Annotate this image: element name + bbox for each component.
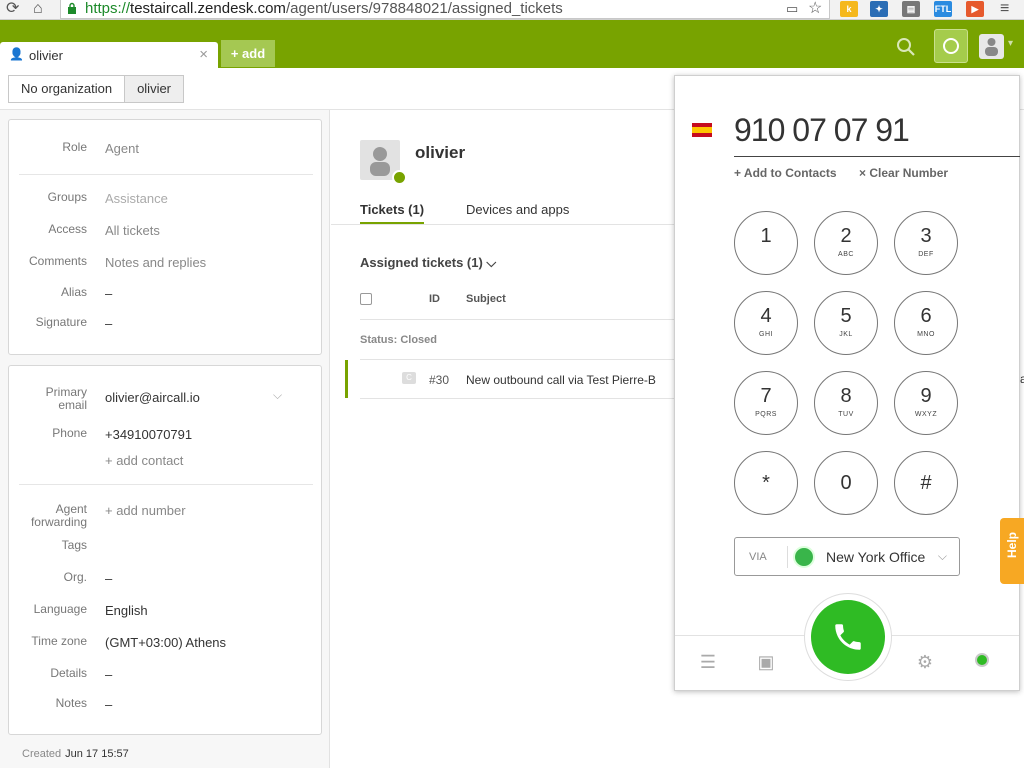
- ticket-row-indicator: [345, 360, 348, 398]
- call-history-icon[interactable]: ☰: [697, 651, 719, 673]
- keypad-key[interactable]: 8 TUV: [814, 371, 878, 435]
- created-info: Created Jun 17 15:57: [22, 748, 129, 760]
- keypad-key[interactable]: 5 JKL: [814, 291, 878, 355]
- notes-field[interactable]: –: [105, 697, 112, 712]
- keypad-key[interactable]: 7 PQRS: [734, 371, 798, 435]
- browser-toolbar: ⟳ ⌂ https://testaircall.zendesk.com/agen…: [0, 0, 1024, 20]
- phone-icon: [835, 624, 861, 650]
- extension-play-icon[interactable]: ▶: [966, 1, 984, 17]
- tab-tickets[interactable]: Tickets (1): [360, 202, 425, 225]
- phone-toggle-button[interactable]: [934, 29, 968, 63]
- url-text: https://testaircall.zendesk.com/agent/us…: [85, 0, 563, 17]
- profile-card: Role Agent Groups Assistance Access All …: [8, 119, 322, 355]
- search-icon[interactable]: [895, 36, 917, 58]
- add-to-contacts-link[interactable]: + Add to Contacts: [734, 166, 837, 180]
- keypad-key[interactable]: 4 GHI: [734, 291, 798, 355]
- spain-flag-icon[interactable]: [692, 123, 712, 137]
- column-id[interactable]: ID: [429, 293, 440, 305]
- cast-icon[interactable]: ▤: [902, 1, 920, 17]
- timezone-select[interactable]: (GMT+03:00) Athens: [105, 635, 226, 650]
- star-icon[interactable]: ☆: [808, 0, 822, 18]
- extension-figure-icon[interactable]: ✦: [870, 1, 888, 17]
- divider: [360, 398, 674, 399]
- breadcrumb: No organization olivier: [8, 75, 185, 103]
- keypad-key[interactable]: 0: [814, 451, 878, 515]
- select-all-checkbox[interactable]: [360, 293, 372, 305]
- divider: [331, 224, 674, 225]
- add-number-link[interactable]: + add number: [105, 503, 186, 518]
- clear-number-link[interactable]: × Clear Number: [859, 166, 948, 180]
- ticket-id[interactable]: #30: [429, 373, 449, 387]
- ticket-overflow-text: a: [1020, 372, 1024, 386]
- user-menu-avatar[interactable]: [979, 34, 1004, 59]
- keypad-key[interactable]: 6 MNO: [894, 291, 958, 355]
- org-field[interactable]: –: [105, 571, 112, 586]
- menu-icon[interactable]: ≡: [1000, 0, 1009, 18]
- close-icon[interactable]: ×: [199, 46, 208, 63]
- divider: [360, 319, 674, 320]
- role-select[interactable]: Agent: [105, 141, 139, 156]
- phone-number-input[interactable]: 910 07 07 91: [734, 112, 910, 149]
- phone-dialer: 910 07 07 91 + Add to Contacts × Clear N…: [674, 75, 1020, 691]
- divider: [19, 484, 313, 485]
- contact-card: Primary email olivier@aircall.io ⌵ Phone…: [8, 365, 322, 735]
- column-subject[interactable]: Subject: [466, 293, 506, 305]
- tab-user-olivier[interactable]: 👤 olivier ×: [0, 42, 218, 68]
- signature-field[interactable]: –: [105, 316, 112, 331]
- tab-label: olivier: [29, 48, 63, 63]
- ticket-status-badge: C: [402, 372, 416, 384]
- keypad-key[interactable]: 1: [734, 211, 798, 275]
- availability-status-icon[interactable]: [975, 653, 989, 667]
- address-bar[interactable]: https://testaircall.zendesk.com/agent/us…: [60, 0, 830, 19]
- add-contact-link[interactable]: + add contact: [105, 453, 183, 468]
- divider: [19, 174, 313, 175]
- extension-ftl-icon[interactable]: FTL: [934, 1, 952, 17]
- help-button[interactable]: Help: [1000, 518, 1024, 584]
- groups-field[interactable]: Assistance: [105, 191, 168, 206]
- email-field[interactable]: olivier@aircall.io: [105, 390, 200, 405]
- keypad-key[interactable]: #: [894, 451, 958, 515]
- camera-icon[interactable]: ▭: [786, 0, 798, 18]
- add-tab-button[interactable]: + add: [221, 40, 275, 67]
- via-line-select[interactable]: VIA New York Office ⌵: [734, 537, 960, 576]
- details-field[interactable]: –: [105, 667, 112, 682]
- gear-icon[interactable]: ⚙: [914, 651, 936, 673]
- keypad-key[interactable]: *: [734, 451, 798, 515]
- ticket-subject[interactable]: New outbound call via Test Pierre-B: [466, 373, 674, 387]
- extension-k-icon[interactable]: k: [840, 1, 858, 17]
- home-icon[interactable]: ⌂: [33, 0, 43, 18]
- page-title: olivier: [415, 143, 466, 162]
- user-icon: 👤: [9, 47, 24, 61]
- reload-icon[interactable]: ⟳: [6, 0, 19, 18]
- language-select[interactable]: English: [105, 603, 148, 618]
- chevron-down-icon[interactable]: ▾: [1008, 38, 1013, 49]
- contacts-icon[interactable]: ▣: [755, 651, 777, 673]
- tab-devices-apps[interactable]: Devices and apps: [466, 202, 569, 217]
- status-group-label: Status: Closed: [360, 334, 438, 346]
- avatar-icon: [985, 38, 998, 56]
- phone-field[interactable]: +34910070791: [105, 427, 192, 442]
- phone-icon: [793, 546, 815, 568]
- access-select[interactable]: All tickets: [105, 223, 160, 238]
- phone-icon: [943, 38, 959, 54]
- keypad-key[interactable]: 2 ABC: [814, 211, 878, 275]
- chevron-down-icon: ⌵: [937, 549, 947, 563]
- assigned-tickets-heading[interactable]: Assigned tickets (1) ⌵: [360, 255, 496, 271]
- lock-icon: [68, 2, 76, 14]
- divider: [360, 359, 674, 360]
- breadcrumb-organization[interactable]: No organization: [8, 75, 126, 103]
- keypad-key[interactable]: 3 DEF: [894, 211, 958, 275]
- alias-field[interactable]: –: [105, 286, 112, 301]
- online-badge: [392, 170, 407, 185]
- breadcrumb-user[interactable]: olivier: [125, 75, 185, 103]
- call-button[interactable]: [804, 593, 892, 681]
- comments-select[interactable]: Notes and replies: [105, 255, 206, 270]
- chevron-down-icon[interactable]: ⌵: [273, 388, 282, 403]
- divider: [734, 156, 1020, 157]
- keypad-key[interactable]: 9 WXYZ: [894, 371, 958, 435]
